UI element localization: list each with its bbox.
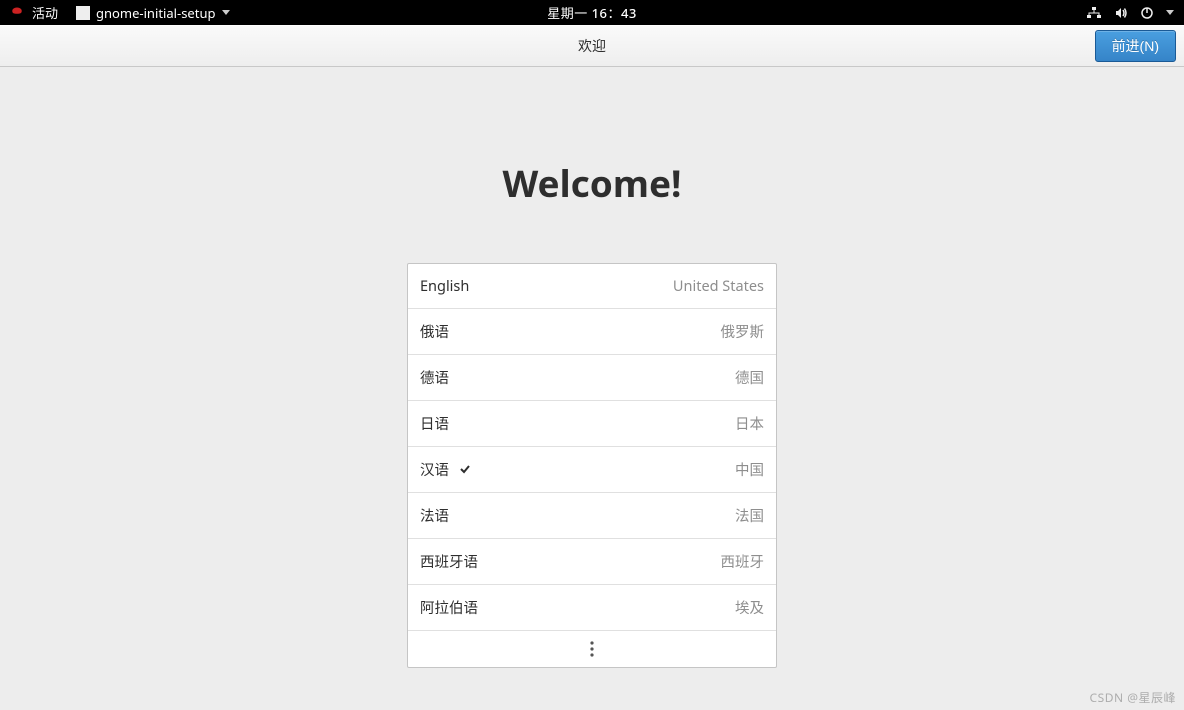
language-name: 日语 (420, 413, 449, 434)
language-name: English (420, 276, 469, 296)
language-country: 日本 (735, 413, 764, 434)
chevron-down-icon[interactable] (1166, 10, 1174, 15)
language-country: 西班牙 (721, 551, 765, 572)
language-country: 中国 (735, 459, 764, 480)
language-name: 俄语 (420, 321, 449, 342)
language-row[interactable]: English United States (408, 264, 776, 309)
language-name: 德语 (420, 367, 449, 388)
more-languages-button[interactable] (408, 631, 776, 667)
app-menu[interactable]: gnome-initial-setup (76, 4, 229, 22)
distro-logo-icon (10, 6, 24, 20)
language-country: 德国 (735, 367, 764, 388)
language-name: 法语 (420, 505, 449, 526)
more-icon (590, 641, 594, 657)
language-name: 汉语 (420, 459, 449, 480)
language-row[interactable]: 阿拉伯语 埃及 (408, 585, 776, 631)
power-icon[interactable] (1140, 6, 1154, 20)
language-name: 西班牙语 (420, 551, 478, 572)
volume-icon[interactable] (1114, 6, 1128, 20)
language-list: English United States 俄语 俄罗斯 德语 德国 日语 日本… (407, 263, 777, 668)
next-button[interactable]: 前进(N) (1095, 30, 1176, 62)
top-panel-left: 活动 gnome-initial-setup (10, 3, 230, 22)
app-name: gnome-initial-setup (96, 4, 215, 22)
clock[interactable]: 星期一 16：43 (547, 3, 637, 22)
activities-button[interactable]: 活动 (32, 3, 58, 22)
language-country: 法国 (735, 505, 764, 526)
network-icon[interactable] (1086, 6, 1102, 20)
top-panel: 活动 gnome-initial-setup 星期一 16：43 (0, 0, 1184, 25)
language-row[interactable]: 西班牙语 西班牙 (408, 539, 776, 585)
language-row-selected[interactable]: 汉语 中国 (408, 447, 776, 493)
language-row[interactable]: 日语 日本 (408, 401, 776, 447)
welcome-title: Welcome! (503, 157, 682, 208)
chevron-down-icon (222, 10, 230, 15)
app-icon (76, 6, 90, 20)
language-country: 俄罗斯 (721, 321, 765, 342)
language-name: 阿拉伯语 (420, 597, 478, 618)
watermark: CSDN @星辰峰 (1090, 689, 1176, 706)
check-icon (459, 460, 471, 480)
language-row[interactable]: 德语 德国 (408, 355, 776, 401)
language-row[interactable]: 法语 法国 (408, 493, 776, 539)
system-tray (1086, 6, 1174, 20)
main-content: Welcome! English United States 俄语 俄罗斯 德语… (0, 67, 1184, 668)
language-country: 埃及 (735, 597, 764, 618)
header-title: 欢迎 (578, 36, 606, 56)
language-row[interactable]: 俄语 俄罗斯 (408, 309, 776, 355)
language-country: United States (673, 276, 764, 296)
header-bar: 欢迎 前进(N) (0, 25, 1184, 67)
